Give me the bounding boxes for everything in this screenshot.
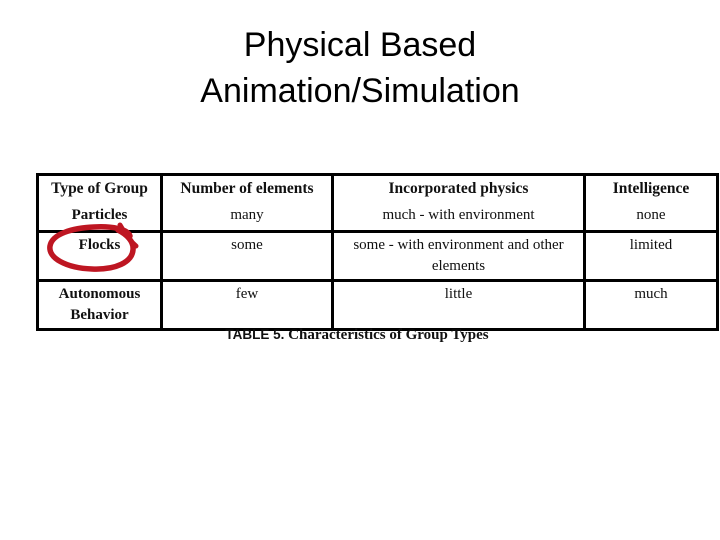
page-title-line-1: Physical Based [243, 26, 477, 64]
table-row: Particles many much - with environment n… [39, 203, 716, 233]
column-header-number-of-elements: Number of elements [163, 176, 334, 203]
table-figure: Type of Group Number of elements Incorpo… [36, 173, 719, 331]
table-caption-text: Characteristics of Group Types [284, 327, 489, 343]
cell-number-of-elements: few [163, 282, 334, 328]
column-header-incorporated-physics: Incorporated physics [334, 176, 586, 203]
group-characteristics-table: Type of Group Number of elements Incorpo… [36, 173, 719, 331]
table-header-row: Type of Group Number of elements Incorpo… [39, 176, 716, 203]
cell-type-of-group: Autonomous Behavior [39, 282, 163, 328]
table-row: Flocks some some - with environment and … [39, 233, 716, 282]
cell-type-of-group: Particles [39, 203, 163, 233]
page-title-line-2: Animation/Simulation [200, 72, 520, 111]
cell-intelligence: limited [586, 233, 716, 282]
table-row: Autonomous Behavior few little much [39, 282, 716, 328]
cell-number-of-elements: some [163, 233, 334, 282]
cell-type-of-group: Flocks [39, 233, 163, 282]
cell-incorporated-physics: some - with environment and other elemen… [334, 233, 586, 282]
cell-incorporated-physics: little [334, 282, 586, 328]
column-header-type-of-group: Type of Group [39, 176, 163, 203]
table-header: Type of Group Number of elements Incorpo… [39, 176, 716, 203]
cell-number-of-elements: many [163, 203, 334, 233]
cell-incorporated-physics: much - with environment [334, 203, 586, 233]
table-body: Particles many much - with environment n… [39, 203, 716, 328]
table-caption-number: TABLE 5. [225, 327, 285, 342]
table-caption: TABLE 5. Characteristics of Group Types [36, 327, 678, 344]
cell-intelligence: none [586, 203, 716, 233]
column-header-intelligence: Intelligence [612, 180, 690, 197]
cell-intelligence: much [634, 286, 668, 302]
page-title: Physical Based Animation/Simulation [0, 22, 720, 114]
